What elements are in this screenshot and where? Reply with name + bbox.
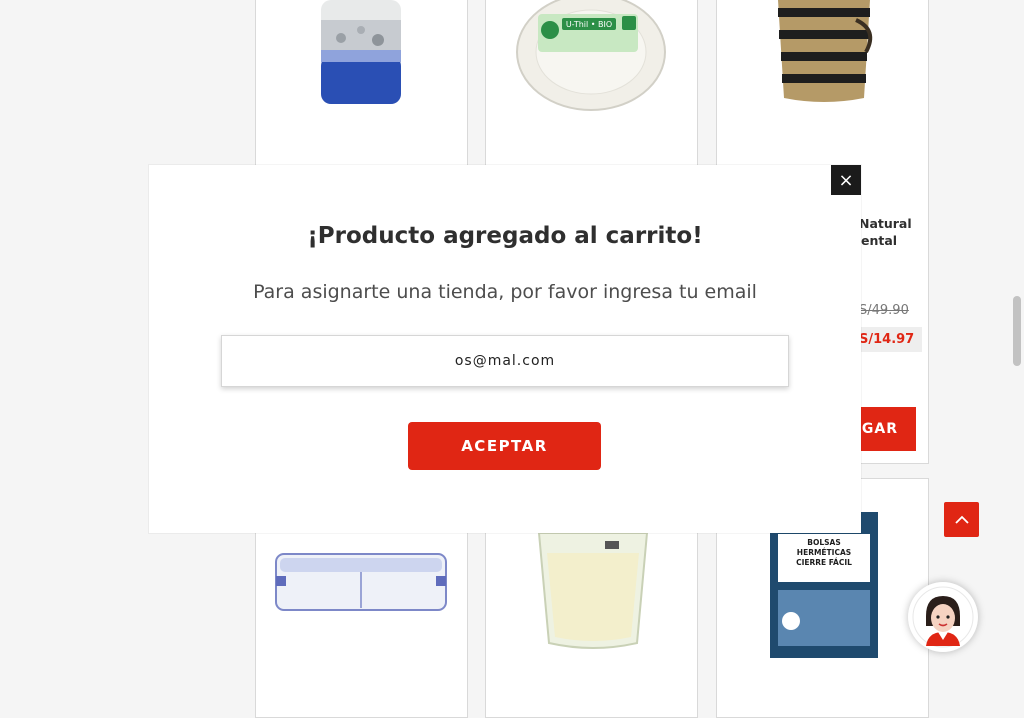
candle-glass-image[interactable] (535, 533, 651, 651)
scroll-to-top-button[interactable] (944, 502, 979, 537)
assistant-avatar-icon (912, 586, 974, 648)
food-container-image[interactable] (274, 550, 449, 616)
product-old-price: S/49.90 (859, 303, 909, 318)
modal-title: ¡Producto agregado al carrito! (307, 223, 703, 249)
hermetic-bags-image[interactable]: BOLSAS HERMÉTICAS CIERRE FÁCIL (770, 512, 878, 658)
package-label-line2: HERMÉTICAS (796, 548, 852, 557)
product-name-line1[interactable]: Natural (859, 215, 912, 232)
modal-subtitle: Para asignarte una tienda, por favor ing… (253, 281, 757, 303)
seagrass-basket-image[interactable] (770, 0, 878, 104)
assistant-chat-button[interactable] (908, 582, 978, 652)
accept-button[interactable]: ACEPTAR (408, 422, 601, 470)
product-sale-price: S/14.97 (855, 327, 923, 352)
product-name-line2[interactable]: ental (861, 232, 897, 249)
email-input[interactable] (221, 335, 789, 387)
water-filter-bottle-image[interactable] (316, 0, 406, 108)
package-label-line3: CIERRE FÁCIL (796, 558, 852, 567)
add-to-cart-modal: × ¡Producto agregado al carrito! Para as… (149, 165, 861, 533)
bio-plates-image[interactable]: U-Thil • BIO (516, 0, 666, 112)
svg-text:U-Thil • BIO: U-Thil • BIO (566, 20, 612, 29)
close-button[interactable]: × (831, 165, 861, 195)
package-label-line1: BOLSAS (807, 538, 841, 547)
page-scrollbar[interactable] (1013, 296, 1021, 366)
close-icon[interactable]: × (838, 170, 853, 191)
chevron-up-icon (954, 515, 969, 524)
